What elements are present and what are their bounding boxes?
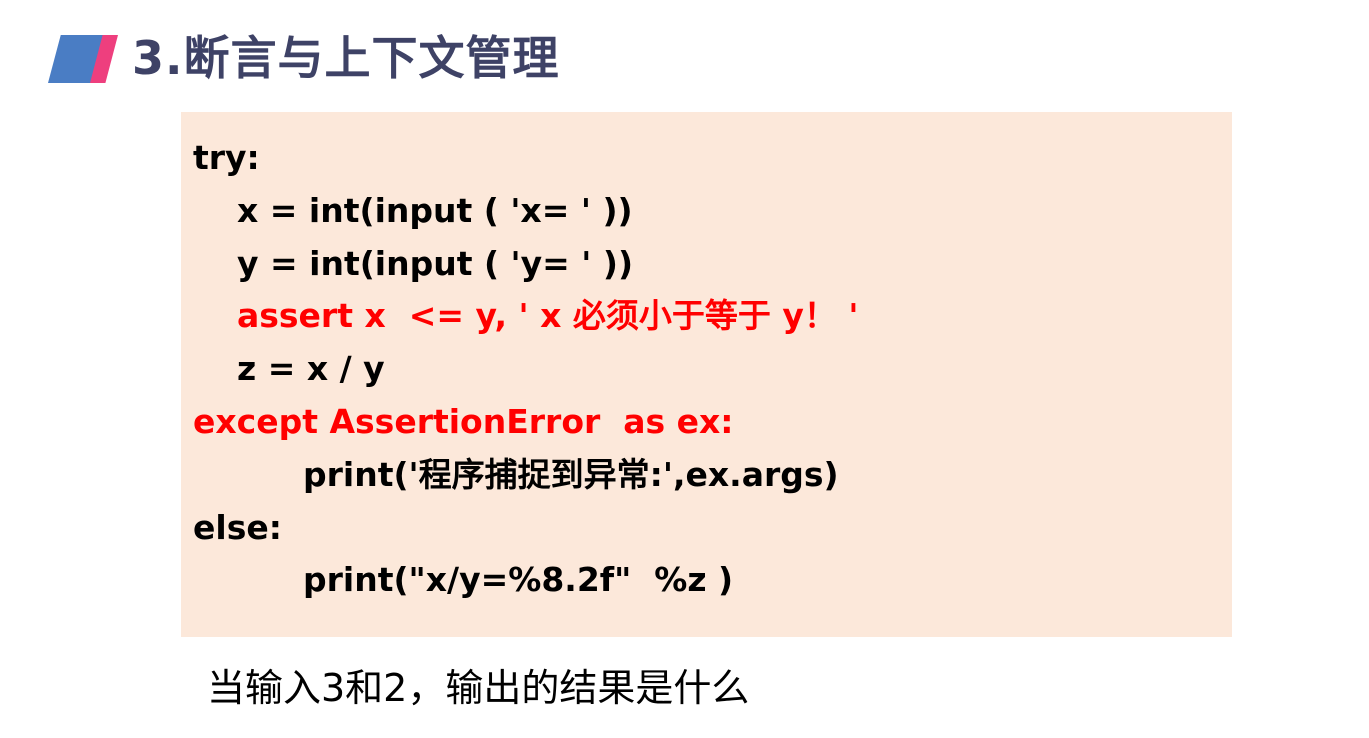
question-text: 当输入3和2，输出的结果是什么 (207, 666, 750, 710)
code-line-input-x: x = int(input ( 'x= ' )) (237, 190, 633, 230)
code-line-divide: z = x / y (237, 349, 385, 389)
code-line-print-exception: print('程序捕捉到异常:',ex.args) (303, 454, 839, 494)
code-line-print-result: print("x/y=%8.2f" %z ) (303, 560, 734, 600)
title-bar: 3.断言与上下文管理 (48, 28, 559, 88)
code-line-input-y: y = int(input ( 'y= ' )) (237, 243, 634, 283)
code-block: try: x = int(input ( 'x= ' )) y = int(in… (181, 112, 1232, 637)
code-line-assert: assert x <= y, ' x 必须小于等于 y！ ' (237, 296, 859, 336)
code-line-else: else: (193, 507, 282, 547)
code-line-try: try: (193, 138, 260, 177)
title-marker-icon (48, 33, 120, 83)
code-line-except: except AssertionError as ex: (193, 401, 734, 441)
slide: 3.断言与上下文管理 try: x = int(input ( 'x= ' ))… (0, 0, 1369, 738)
slide-title: 3.断言与上下文管理 (132, 31, 560, 85)
